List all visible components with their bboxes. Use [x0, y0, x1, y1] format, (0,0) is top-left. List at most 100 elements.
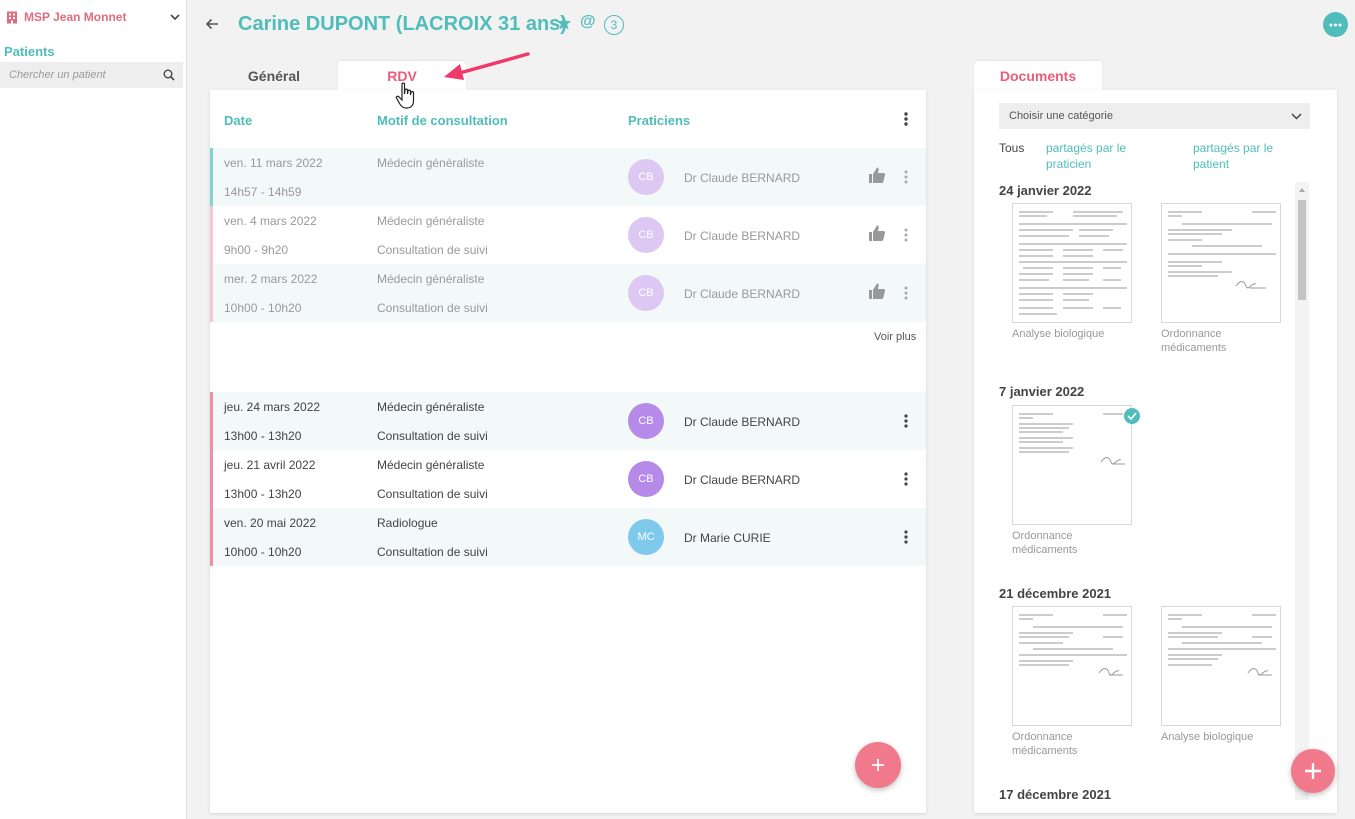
search-icon[interactable] [163, 69, 175, 81]
document-caption: Ordonnance médicaments [1012, 530, 1078, 556]
row-date: jeu. 24 mars 2022 [224, 400, 321, 414]
document-card[interactable]: Ordonnance médicaments [1161, 203, 1283, 355]
row-sub: Consultation de suivi [377, 487, 488, 501]
row-status-bar [210, 392, 213, 450]
org-name: MSP Jean Monnet [24, 10, 127, 24]
row-doctor: Dr Claude BERNARD [684, 171, 801, 185]
category-select[interactable]: Choisir une catégorie [999, 103, 1310, 129]
document-thumbnail [1161, 606, 1281, 726]
filter-practitioner[interactable]: partagés par le praticien [1046, 140, 1156, 172]
scroll-thumb[interactable] [1298, 200, 1306, 300]
row-status-bar [210, 206, 213, 264]
row-status-bar [210, 508, 213, 566]
thumb-up-icon[interactable] [868, 282, 886, 300]
avatar: MC [628, 519, 664, 555]
table-row[interactable]: jeu. 21 avril 2022 13h00 - 13h20 Médecin… [210, 450, 926, 508]
filter-patient[interactable]: partagés par le patient [1193, 140, 1303, 172]
avatar: CB [628, 159, 664, 195]
kebab-icon[interactable] [900, 413, 912, 429]
filter-all[interactable]: Tous [999, 140, 1024, 156]
avatar: CB [628, 461, 664, 497]
kebab-icon[interactable] [900, 285, 912, 301]
table-row[interactable]: ven. 4 mars 2022 9h00 - 9h20 Médecin gén… [210, 206, 926, 264]
table-row[interactable]: ven. 11 mars 2022 14h57 - 14h59 Médecin … [210, 148, 926, 206]
scroll-up-icon[interactable] [1298, 186, 1306, 194]
star-icon[interactable] [556, 15, 572, 31]
kebab-icon[interactable] [900, 227, 912, 243]
document-thumbnail [1012, 606, 1132, 726]
documents-panel: Choisir une catégorie Tous partagés par … [974, 90, 1337, 813]
document-thumbnail [1161, 203, 1281, 323]
count-badge[interactable]: 3 [604, 15, 624, 35]
page-title: Carine DUPONT (LACROIX 31 ans) [238, 13, 567, 35]
row-motif: Médecin généraliste [377, 400, 485, 414]
documents-scrollbar[interactable] [1295, 182, 1309, 800]
document-thumbnail [1012, 203, 1132, 323]
patients-label: Patients [4, 44, 55, 59]
row-time: 10h00 - 10h20 [224, 545, 302, 559]
tab-documents[interactable]: Documents [974, 61, 1102, 91]
kebab-icon[interactable] [900, 529, 912, 545]
row-status-bar [210, 450, 213, 508]
building-icon [7, 11, 17, 23]
document-date-group: 17 décembre 2021 [999, 787, 1112, 802]
column-motif: Motif de consultation [377, 113, 508, 128]
row-doctor: Dr Marie CURIE [684, 531, 771, 545]
table-row[interactable]: mer. 2 mars 2022 10h00 - 10h20 Médecin g… [210, 264, 926, 322]
row-time: 13h00 - 13h20 [224, 487, 302, 501]
document-card[interactable]: Analyse biologique [1012, 203, 1134, 341]
document-caption: Ordonnance médicaments [1161, 328, 1227, 354]
avatar: CB [628, 275, 664, 311]
thumb-up-icon[interactable] [868, 224, 886, 242]
avatar: CB [628, 217, 664, 253]
hand-cursor-icon [395, 82, 415, 109]
more-options-button[interactable] [1323, 12, 1348, 37]
document-card[interactable]: Ordonnance médicaments [1012, 405, 1134, 557]
row-status-bar [210, 148, 213, 206]
tab-general[interactable]: Général [210, 61, 338, 91]
document-caption: Analyse biologique [1012, 328, 1105, 340]
row-date: jeu. 21 avril 2022 [224, 458, 316, 472]
kebab-icon[interactable] [900, 110, 912, 128]
document-date-group: 7 janvier 2022 [999, 384, 1085, 399]
document-card[interactable]: Analyse biologique [1161, 606, 1283, 744]
add-rdv-button[interactable] [855, 742, 901, 788]
patient-search-input[interactable] [9, 69, 163, 81]
back-arrow-icon[interactable] [204, 16, 220, 32]
kebab-icon[interactable] [900, 169, 912, 185]
chevron-down-icon[interactable] [170, 12, 180, 22]
sidebar: MSP Jean Monnet Patients [0, 0, 187, 819]
table-row[interactable]: ven. 20 mai 2022 10h00 - 10h20 Radiologu… [210, 508, 926, 566]
prescription-preview [1168, 614, 1276, 676]
thumb-up-icon[interactable] [868, 166, 886, 184]
column-date: Date [224, 113, 253, 128]
plus-icon [1305, 763, 1321, 779]
org-selector[interactable]: MSP Jean Monnet [6, 9, 180, 25]
row-date: ven. 20 mai 2022 [224, 516, 317, 530]
category-select-value: Choisir une catégorie [1009, 110, 1113, 122]
prescription-preview [1019, 614, 1127, 676]
row-date: mer. 2 mars 2022 [224, 272, 318, 286]
row-motif: Radiologue [377, 516, 438, 530]
row-time: 13h00 - 13h20 [224, 429, 302, 443]
document-thumbnail [1012, 405, 1132, 525]
row-time: 14h57 - 14h59 [224, 185, 302, 199]
document-card[interactable]: Ordonnance médicaments [1012, 606, 1134, 758]
row-sub: Consultation de suivi [377, 243, 488, 257]
row-sub: Consultation de suivi [377, 301, 488, 315]
row-sub: Consultation de suivi [377, 545, 488, 559]
patient-search [0, 62, 183, 88]
row-motif: Médecin généraliste [377, 156, 485, 170]
email-icon[interactable]: @ [580, 13, 596, 31]
row-date: ven. 4 mars 2022 [224, 214, 317, 228]
rdv-panel: Date Motif de consultation Praticiens ve… [210, 90, 926, 813]
prescription-preview [1168, 211, 1276, 289]
check-icon [1124, 408, 1140, 424]
kebab-icon[interactable] [900, 471, 912, 487]
document-caption: Analyse biologique [1161, 731, 1254, 743]
add-document-button[interactable] [1291, 749, 1335, 793]
column-praticiens: Praticiens [628, 113, 691, 128]
row-date: ven. 11 mars 2022 [224, 156, 323, 170]
voir-plus-link[interactable]: Voir plus [874, 331, 916, 343]
table-row[interactable]: jeu. 24 mars 2022 13h00 - 13h20 Médecin … [210, 392, 926, 450]
